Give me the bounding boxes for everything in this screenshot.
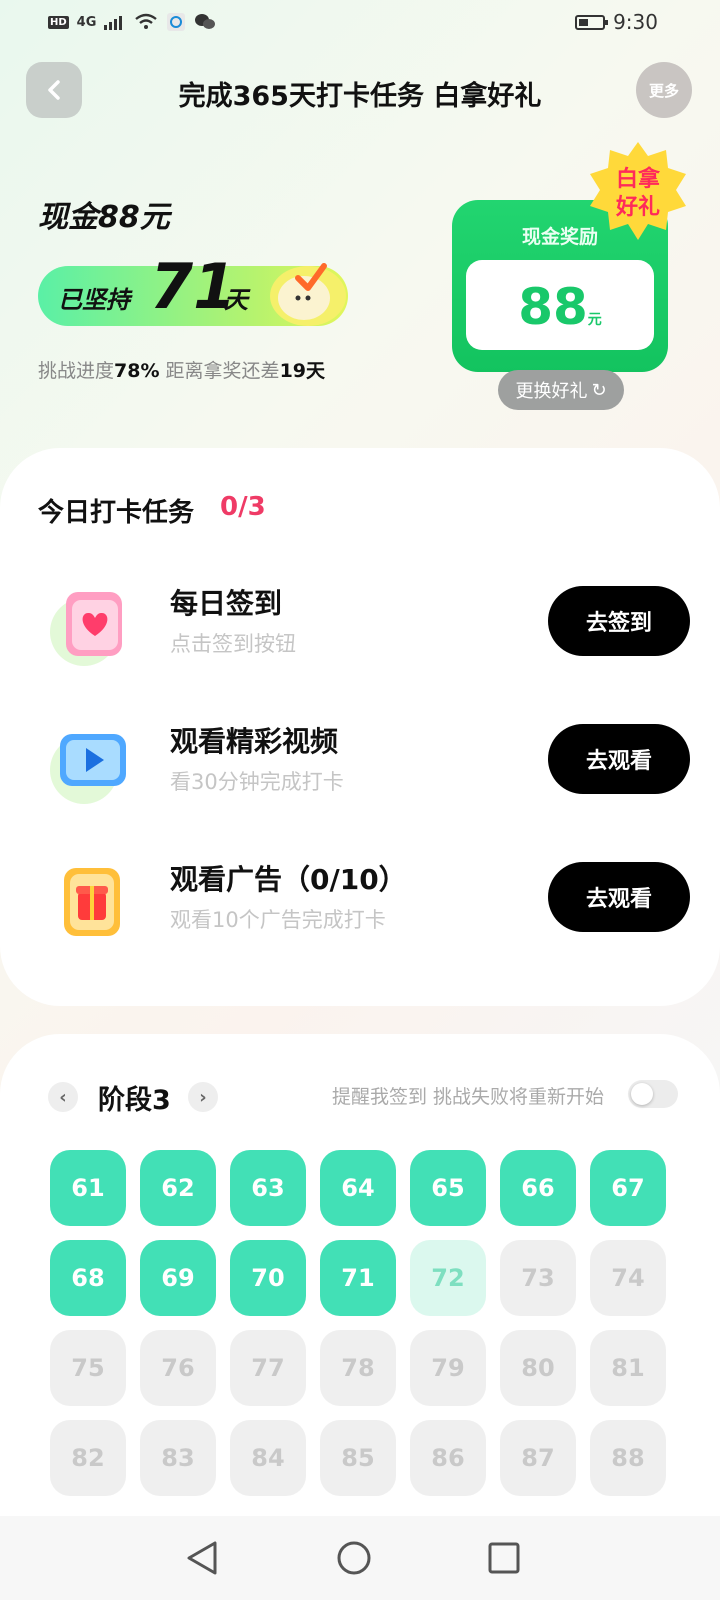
day-cell[interactable]: 71 (320, 1240, 396, 1316)
day-cell[interactable]: 70 (230, 1240, 306, 1316)
day-cell[interactable]: 82 (50, 1420, 126, 1496)
gift-box-icon (64, 868, 120, 936)
day-cell[interactable]: 62 (140, 1150, 216, 1226)
cash-title: 现金88元 (38, 200, 170, 235)
task-desc: 点击签到按钮 (170, 632, 296, 656)
more-button[interactable]: 更多 (636, 62, 692, 118)
page-title: 完成365天打卡任务 白拿好礼 (178, 81, 542, 112)
change-gift-label: 更换好礼 (515, 381, 588, 402)
day-cell[interactable]: 66 (500, 1150, 576, 1226)
back-nav-icon (187, 1541, 217, 1575)
task-desc: 观看10个广告完成打卡 (170, 908, 386, 932)
day-grid: 61 62 63 64 65 66 67 68 69 70 71 72 73 74 75 76 77 78 79 80… (50, 1150, 666, 1496)
day-cell[interactable]: 69 (140, 1240, 216, 1316)
day-cell[interactable]: 87 (500, 1420, 576, 1496)
video-play-icon (50, 734, 126, 804)
calendar-heart-icon (50, 592, 122, 666)
day-cell[interactable]: 67 (590, 1150, 666, 1226)
remind-text: 提醒我签到 挑战失败将重新开始 (331, 1086, 604, 1108)
reward-unit: 元 (587, 312, 602, 328)
system-nav-bar (0, 1516, 720, 1600)
progress-value: 78% (114, 360, 160, 382)
day-cell[interactable]: 85 (320, 1420, 396, 1496)
day-cell[interactable]: 88 (590, 1420, 666, 1496)
day-cell[interactable]: 77 (230, 1330, 306, 1406)
network-indicator: 4G (76, 14, 97, 30)
task-row-checkin: 每日签到 点击签到按钮 去签到 (0, 570, 720, 680)
go-watch-ads-button[interactable]: 去观看 (548, 862, 690, 932)
recents-nav-icon (488, 1542, 520, 1574)
days-left: 19天 (279, 360, 326, 382)
task-name: 观看精彩视频 (170, 725, 339, 758)
persist-label: 已坚持 (58, 286, 130, 314)
task-name: 每日签到 (170, 587, 283, 620)
day-cell[interactable]: 84 (230, 1420, 306, 1496)
day-cell[interactable]: 73 (500, 1240, 576, 1316)
nav-recents-button[interactable] (482, 1536, 526, 1580)
task-count: 0/3 (220, 492, 266, 522)
wifi-icon (135, 13, 158, 29)
badge-line1: 白拿 (616, 166, 661, 192)
task-row-ads: 观看广告（0/10） 观看10个广告完成打卡 去观看 (0, 846, 720, 956)
day-cell[interactable]: 74 (590, 1240, 666, 1316)
reward-amount-value: 88 (518, 278, 588, 336)
day-cell[interactable]: 68 (50, 1240, 126, 1316)
home-nav-icon (337, 1541, 371, 1575)
badge-line2: 好礼 (615, 194, 660, 220)
white-gift-badge: 白拿 好礼 (590, 142, 686, 240)
day-cell[interactable]: 64 (320, 1150, 396, 1226)
day-cell[interactable]: 72 (410, 1240, 486, 1316)
stage-prev-button[interactable]: ‹ (48, 1082, 78, 1112)
day-cell[interactable]: 75 (50, 1330, 126, 1406)
hd-indicator: HD (48, 15, 69, 29)
day-cell[interactable]: 80 (500, 1330, 576, 1406)
reward-amount: 88元 (466, 278, 654, 336)
nav-back-button[interactable] (180, 1536, 224, 1580)
daily-task-card: 今日打卡任务 0/3 每日签到 点击签到按钮 去签到 观看精彩视频 看30分钟完… (0, 448, 720, 1006)
header: 完成365天打卡任务 白拿好礼 更多 (0, 62, 720, 118)
toggle-knob (631, 1083, 653, 1105)
task-desc: 看30分钟完成打卡 (170, 770, 344, 794)
day-cell[interactable]: 76 (140, 1330, 216, 1406)
task-name: 观看广告（0/10） (170, 863, 407, 896)
signal-icon (104, 16, 123, 30)
day-cell[interactable]: 79 (410, 1330, 486, 1406)
wechat-icon (195, 14, 216, 29)
go-watch-video-button[interactable]: 去观看 (548, 724, 690, 794)
go-checkin-button[interactable]: 去签到 (548, 586, 690, 656)
clock: 9:30 (613, 10, 658, 34)
status-right: 9:30 (575, 10, 658, 34)
day-cell[interactable]: 81 (590, 1330, 666, 1406)
status-bar: HD 4G 9:30 (0, 0, 720, 48)
day-cell[interactable]: 86 (410, 1420, 486, 1496)
day-cell[interactable]: 63 (230, 1150, 306, 1226)
china-mobile-icon (167, 13, 186, 31)
stage-next-button[interactable]: › (188, 1082, 218, 1112)
battery-icon (575, 14, 609, 30)
day-cell[interactable]: 83 (140, 1420, 216, 1496)
nav-home-button[interactable] (332, 1536, 376, 1580)
refresh-icon: ↻ (591, 379, 607, 401)
progress-line: 挑战进度78% 距离拿奖还差19天 (38, 356, 325, 383)
status-left: HD 4G (48, 12, 216, 32)
progress-mid: 距离拿奖还差 (165, 360, 280, 382)
persist-unit: 天 (224, 286, 248, 314)
progress-prefix: 挑战进度 (38, 360, 115, 382)
day-cell[interactable]: 61 (50, 1150, 126, 1226)
remind-toggle[interactable] (628, 1080, 678, 1108)
task-card-title: 今日打卡任务 (38, 498, 195, 528)
reward-inner: 88元 (466, 260, 654, 350)
task-row-video: 观看精彩视频 看30分钟完成打卡 去观看 (0, 708, 720, 818)
day-cell[interactable]: 78 (320, 1330, 396, 1406)
stage-label: 阶段3 (98, 1085, 171, 1116)
day-cell[interactable]: 65 (410, 1150, 486, 1226)
mascot-check-icon (270, 263, 346, 326)
change-gift-button[interactable]: 更换好礼 ↻ (498, 370, 624, 410)
